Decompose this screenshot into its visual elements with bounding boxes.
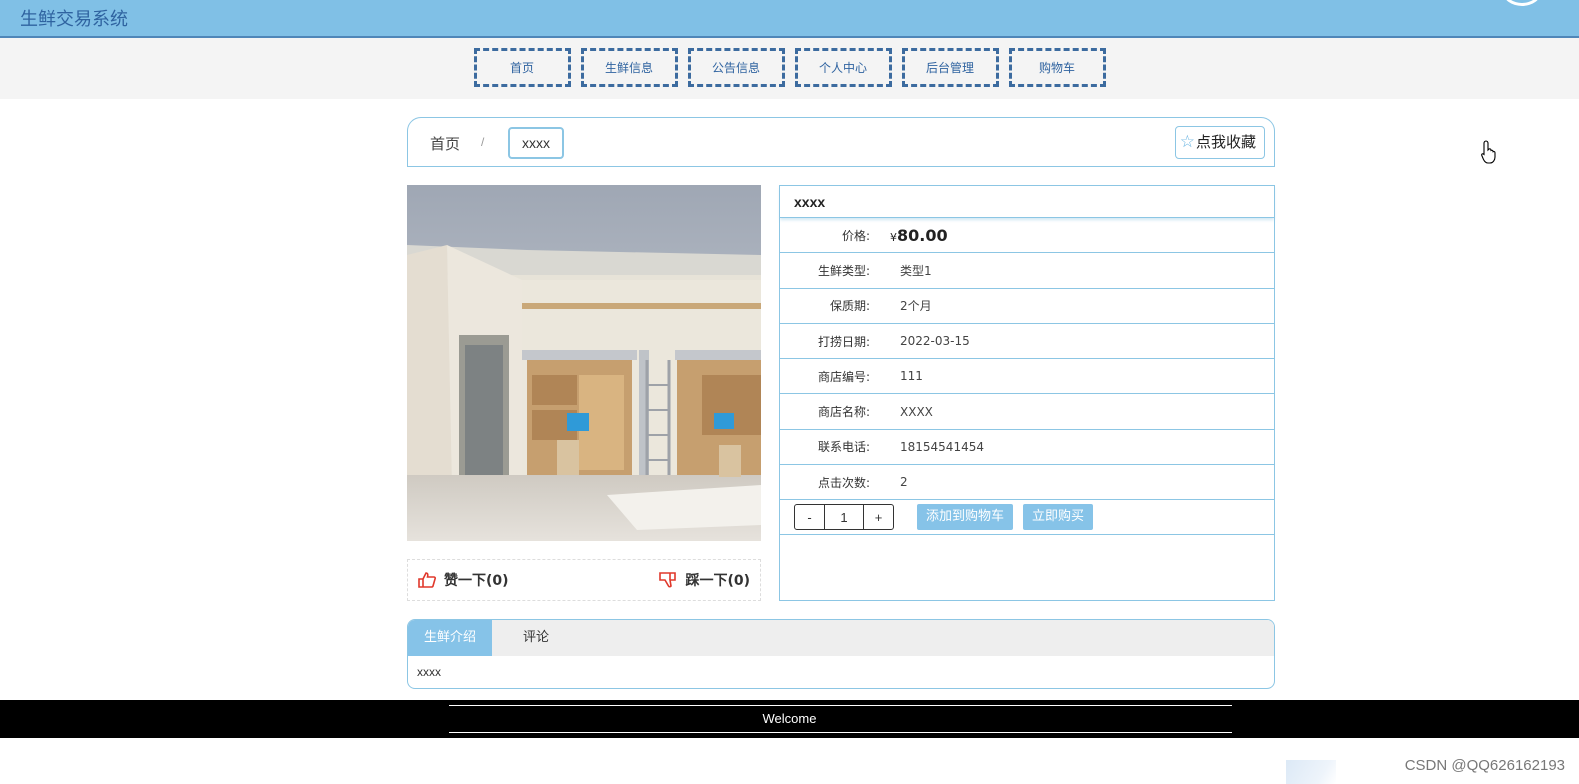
breadcrumb-separator: / [481, 135, 485, 149]
nav-bar: 首页 生鲜信息 公告信息 个人中心 后台管理 购物车 [0, 38, 1579, 99]
tab-bar: 生鲜介绍 评论 [408, 620, 1274, 656]
user-avatar[interactable] [1503, 0, 1541, 6]
tab-product-intro[interactable]: 生鲜介绍 [408, 620, 493, 656]
footer-divider [449, 732, 1232, 733]
price-label: 价格: [841, 228, 870, 243]
star-icon: ☆ [1179, 132, 1195, 152]
detail-row: 生鲜类型: 类型1 [780, 253, 1274, 289]
field-value: 类型1 [900, 263, 932, 278]
quantity-input[interactable]: 1 [824, 505, 864, 530]
hand-cursor-icon [1481, 140, 1496, 164]
favorite-button[interactable]: ☆ 点我收藏 [1174, 126, 1265, 159]
quantity-increment-button[interactable]: + [864, 505, 893, 529]
field-label: 联系电话: [817, 440, 870, 455]
top-header: 生鲜交易系统 [0, 0, 1579, 38]
breadcrumb-home-link[interactable]: 首页 [430, 133, 460, 154]
field-value: 2 [900, 475, 908, 490]
dislike-count: 踩一下(0) [685, 573, 750, 589]
like-count: 赞一下(0) [444, 573, 509, 589]
field-value: 111 [900, 369, 923, 384]
add-to-cart-button[interactable]: 添加到购物车 [917, 504, 1014, 531]
footer-divider [449, 705, 1232, 706]
nav-item-personal-center[interactable]: 个人中心 [794, 48, 892, 87]
watermark: CSDN @QQ626162193 [1404, 757, 1565, 774]
tab-content: xxxx [417, 665, 441, 679]
footer-text: Welcome [762, 711, 817, 726]
field-label: 商店编号: [817, 369, 870, 384]
nav-item-home[interactable]: 首页 [473, 48, 571, 87]
product-tabs: 生鲜介绍 评论 xxxx [407, 619, 1275, 689]
product-image [407, 185, 761, 541]
tab-comments[interactable]: 评论 [492, 620, 565, 656]
field-label: 生鲜类型: [817, 263, 870, 278]
footer: Welcome [0, 700, 1579, 738]
breadcrumb-current: xxxx [508, 127, 564, 159]
purchase-actions: - 1 + 添加到购物车 立即购买 [780, 500, 1274, 536]
nav-item-fresh-info[interactable]: 生鲜信息 [580, 48, 678, 87]
detail-row: 联系电话: 18154541454 [780, 430, 1274, 466]
detail-row: 商店编号: 111 [780, 359, 1274, 395]
product-name: xxxx [780, 186, 1274, 218]
decorative-shape [1286, 760, 1336, 784]
product-detail-panel: xxxx 价格: ¥80.00 生鲜类型: 类型1 保质期: 2个月 打捞日期:… [779, 185, 1275, 601]
price-amount: 80.00 [897, 225, 948, 245]
nav-item-announcements[interactable]: 公告信息 [687, 48, 785, 87]
field-value: 18154541454 [900, 439, 984, 454]
field-label: 点击次数: [817, 475, 870, 490]
detail-row: 商店名称: XXXX [780, 394, 1274, 430]
buy-now-button[interactable]: 立即购买 [1023, 504, 1094, 531]
thumbs-up-icon [418, 572, 436, 588]
detail-row: 点击次数: 2 [780, 465, 1274, 501]
field-label: 打捞日期: [817, 334, 870, 349]
field-label: 商店名称: [817, 405, 870, 420]
field-value: 2022-03-15 [900, 334, 970, 349]
field-value: XXXX [900, 404, 933, 419]
app-title: 生鲜交易系统 [20, 9, 128, 30]
currency-symbol: ¥ [890, 230, 897, 244]
field-label: 保质期: [829, 299, 870, 314]
quantity-stepper: - 1 + [794, 504, 894, 531]
field-value: 2个月 [900, 299, 932, 314]
nav-item-cart[interactable]: 购物车 [1008, 48, 1106, 87]
vote-bar: 赞一下(0) 踩一下(0) [407, 559, 761, 601]
nav-item-admin[interactable]: 后台管理 [901, 48, 999, 87]
price-value: ¥80.00 [890, 226, 948, 245]
favorite-button-label: 点我收藏 [1195, 133, 1256, 151]
detail-row: 打捞日期: 2022-03-15 [780, 324, 1274, 360]
price-row: 价格: ¥80.00 [780, 218, 1274, 254]
like-button[interactable]: 赞一下(0) [418, 570, 509, 590]
detail-row: 保质期: 2个月 [780, 289, 1274, 324]
breadcrumb: 首页 / xxxx ☆ 点我收藏 [407, 117, 1275, 167]
quantity-decrement-button[interactable]: - [795, 505, 824, 529]
thumbs-down-icon [659, 572, 677, 588]
dislike-button[interactable]: 踩一下(0) [659, 570, 750, 590]
